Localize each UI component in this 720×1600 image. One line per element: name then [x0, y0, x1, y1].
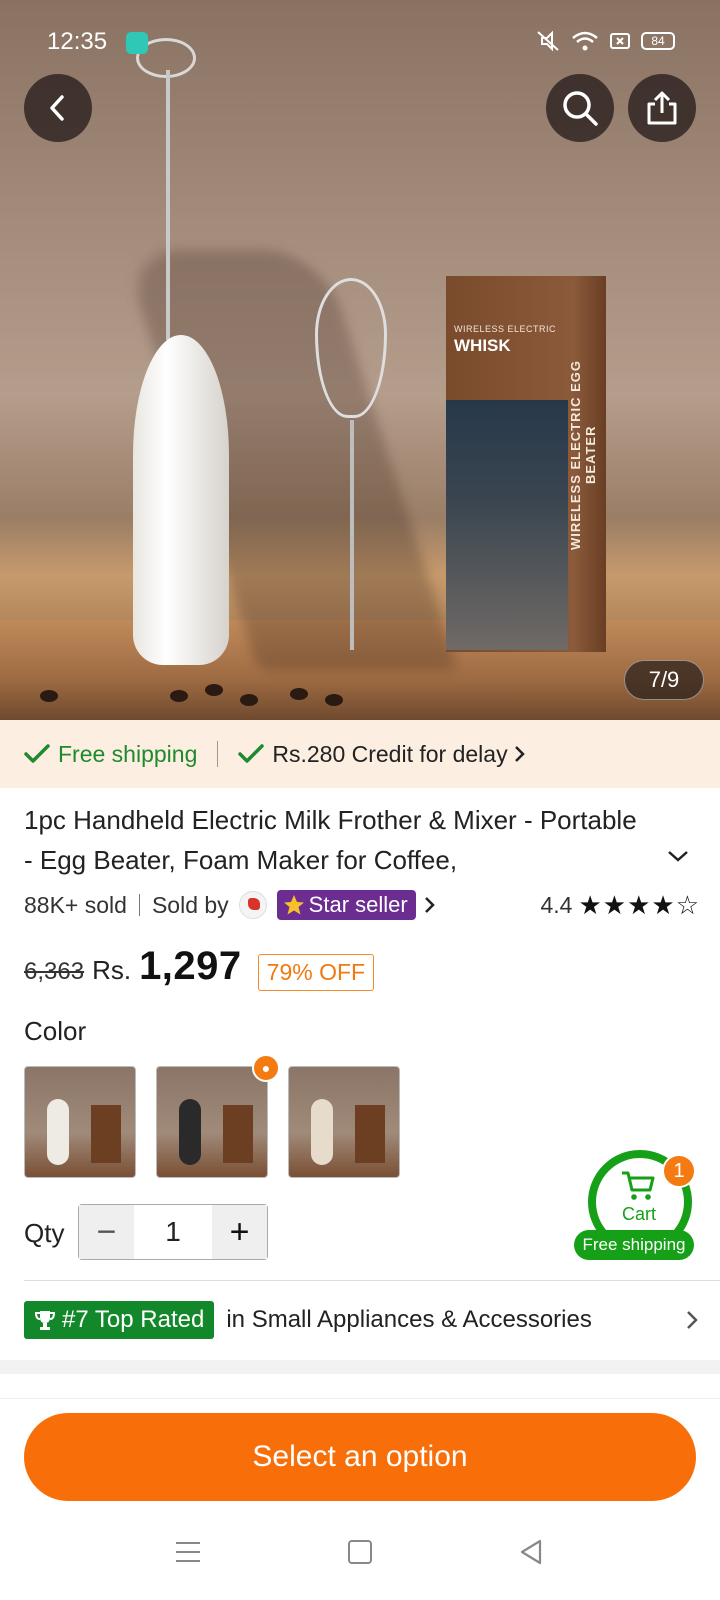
bottom-action-bar: Select an option	[0, 1398, 720, 1501]
qty-value[interactable]: 1	[134, 1216, 212, 1248]
sale-price: 1,297	[139, 944, 242, 988]
share-button[interactable]	[628, 74, 696, 142]
cart-free-shipping-label: Free shipping	[574, 1230, 694, 1260]
section-divider	[24, 1280, 720, 1281]
price-row: 6,363 Rs. 1,297 79% OFF	[24, 944, 375, 1000]
product-meta-row: 88K+ sold Sold by Star seller 4.4 ★★★★☆	[24, 888, 700, 922]
box-text-title: WHISK	[454, 336, 511, 355]
currency-label: Rs.	[92, 955, 132, 985]
app-notification-icon	[126, 32, 148, 54]
whisk-rod	[350, 420, 354, 650]
chevron-left-icon	[50, 95, 64, 121]
product-title[interactable]: 1pc Handheld Electric Milk Frother & Mix…	[24, 800, 644, 880]
top-rated-category: in Small Appliances & Accessories	[226, 1306, 592, 1333]
chevron-right-icon	[687, 1311, 698, 1329]
status-icons: 84	[535, 30, 675, 52]
coffee-bean	[40, 690, 58, 702]
sim-icon	[610, 33, 630, 49]
rating[interactable]: 4.4 ★★★★☆	[540, 890, 700, 921]
qty-label: Qty	[24, 1218, 65, 1248]
color-option-white[interactable]	[24, 1066, 136, 1178]
box-side-text: WIRELESS ELECTRIC EGG BEATER	[568, 360, 598, 551]
top-rated-badge: #7 Top Rated	[24, 1301, 215, 1339]
home-icon[interactable]	[348, 1540, 372, 1564]
shipping-banner[interactable]: Free shipping Rs.280 Credit for delay	[0, 720, 720, 788]
check-icon	[24, 744, 50, 763]
cart-count-badge: 1	[662, 1154, 696, 1188]
back-triangle-icon[interactable]	[518, 1538, 544, 1566]
divider	[138, 894, 140, 916]
chevron-down-icon[interactable]	[666, 848, 690, 864]
sold-count: 88K+ sold	[24, 891, 127, 918]
top-rated-label: #7 Top Rated	[62, 1306, 205, 1333]
swatch-product	[47, 1099, 69, 1165]
search-icon	[563, 91, 598, 126]
product-box-photo	[446, 400, 568, 650]
swatch-product	[179, 1099, 201, 1165]
product-image-carousel[interactable]: WIRELESS ELECTRIC WHISK WIRELESS ELECTRI…	[0, 0, 720, 720]
star-seller-label: Star seller	[308, 892, 408, 917]
color-label: Color	[24, 1016, 87, 1046]
status-bar: 12:35 84	[0, 0, 720, 86]
image-page-indicator: 7/9	[624, 660, 704, 700]
top-rated-row[interactable]: #7 Top Rated in Small Appliances & Acces…	[24, 1300, 700, 1340]
rating-value: 4.4	[540, 891, 573, 918]
qty-decrease-button[interactable]: −	[79, 1205, 134, 1259]
share-icon	[647, 91, 677, 125]
star-icon	[283, 895, 304, 915]
discount-badge: 79% OFF	[257, 953, 375, 991]
coffee-bean	[170, 690, 188, 702]
color-option-beige[interactable]	[288, 1066, 400, 1178]
coffee-bean	[240, 694, 258, 706]
check-icon	[238, 744, 265, 763]
recent-apps-icon[interactable]	[176, 1542, 200, 1562]
swatch-box	[91, 1105, 121, 1163]
cart-icon	[622, 1171, 655, 1200]
swatch-box	[355, 1105, 385, 1163]
system-navigation-bar	[0, 1510, 720, 1600]
cart-label: Cart	[621, 1204, 656, 1224]
trophy-icon	[34, 1311, 56, 1330]
coffee-bean	[325, 694, 343, 706]
frother-rod	[166, 70, 170, 340]
delay-credit-label: Rs.280 Credit for delay	[272, 740, 508, 767]
star-seller-badge[interactable]: Star seller	[276, 890, 416, 920]
coffee-bean	[290, 688, 308, 700]
search-button[interactable]	[546, 74, 614, 142]
chevron-right-icon[interactable]	[422, 894, 438, 916]
flame-icon: ●	[252, 1054, 280, 1082]
floating-cart-button[interactable]: Cart 1 Free shipping	[574, 1150, 696, 1260]
whisk-attachment	[315, 278, 387, 418]
color-option-black[interactable]	[156, 1066, 268, 1178]
section-separator	[0, 1360, 720, 1374]
status-time: 12:35	[47, 28, 108, 55]
back-button[interactable]	[24, 74, 92, 142]
mute-icon	[537, 30, 559, 52]
original-price: 6,363	[24, 958, 85, 985]
coffee-bean	[205, 684, 223, 696]
qty-increase-button[interactable]: +	[212, 1205, 267, 1259]
free-shipping-label: Free shipping	[58, 740, 198, 767]
seller-logo[interactable]	[238, 891, 267, 919]
wifi-icon	[572, 31, 598, 51]
swatch-product	[311, 1099, 333, 1165]
swatch-box	[223, 1105, 253, 1163]
sold-by-label: Sold by	[151, 891, 229, 918]
frother-handle	[133, 335, 229, 665]
rating-stars: ★★★★☆	[578, 889, 700, 920]
select-option-button[interactable]: Select an option	[24, 1413, 696, 1501]
box-text-small: WIRELESS ELECTRIC	[454, 324, 557, 334]
quantity-stepper: − 1 +	[78, 1204, 268, 1260]
chevron-right-icon	[514, 746, 525, 762]
divider	[217, 741, 219, 767]
battery-indicator: 84	[641, 32, 675, 50]
